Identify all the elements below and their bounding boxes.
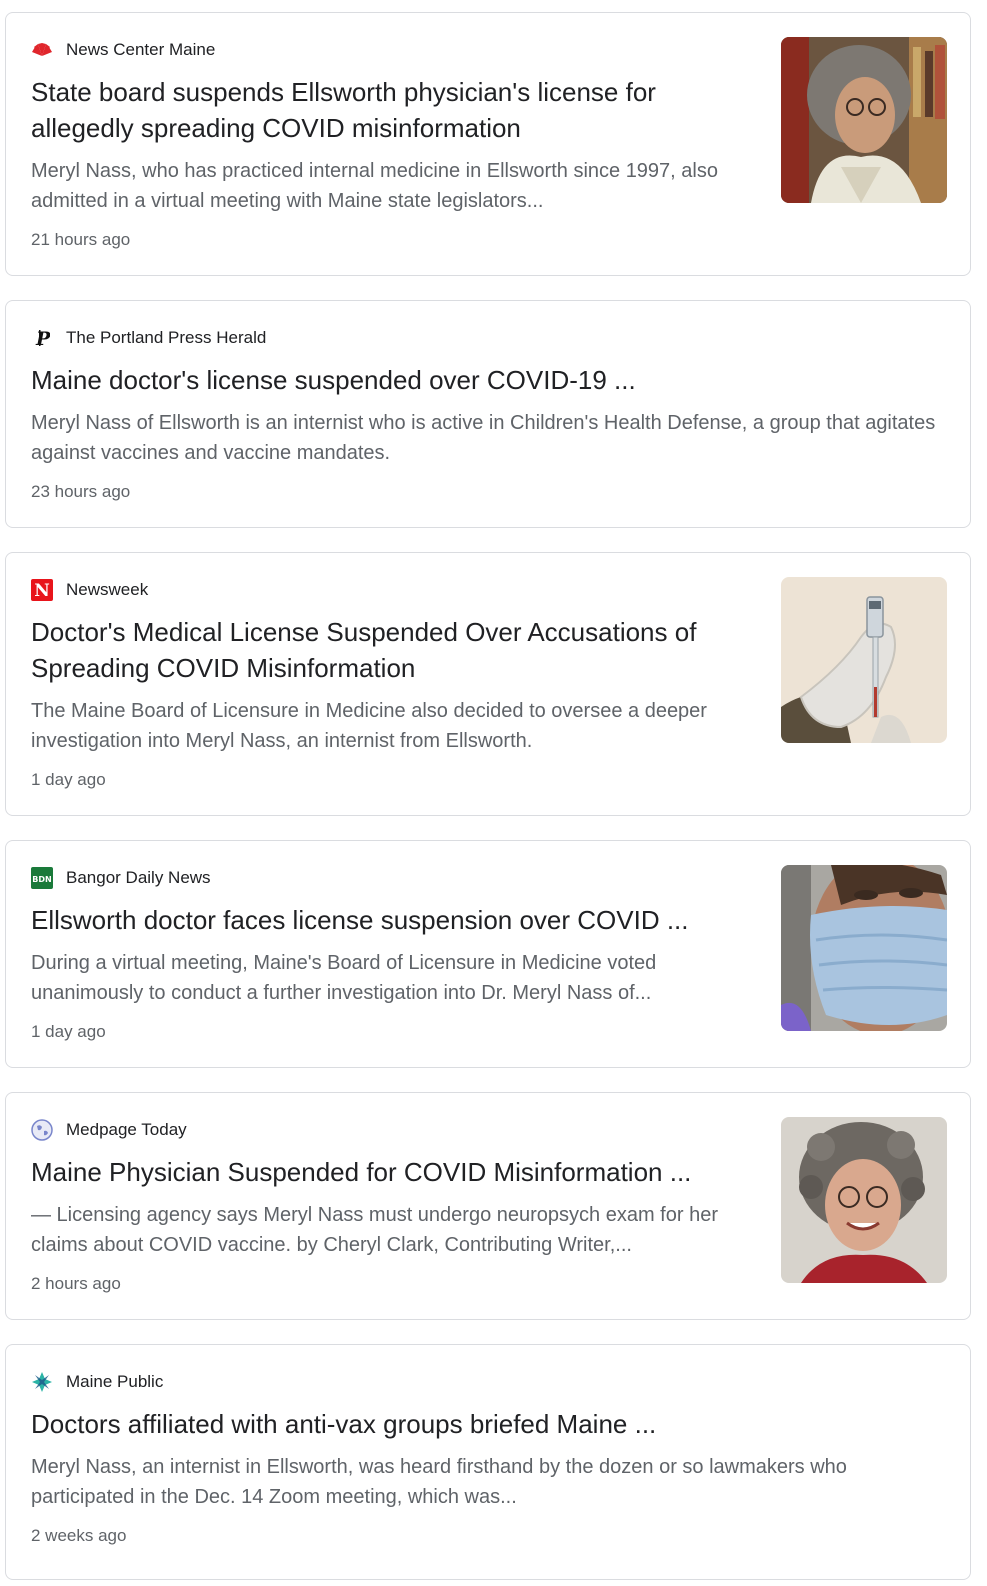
article-time: 23 hours ago <box>31 482 131 501</box>
article-time: 1 day ago <box>31 1022 106 1041</box>
article-title[interactable]: Maine Physician Suspended for COVID Misi… <box>31 1154 761 1190</box>
source-name: Newsweek <box>66 580 149 599</box>
article-time: 21 hours ago <box>31 230 131 249</box>
source-row: BDN Bangor Daily News <box>31 866 211 890</box>
source-row: Medpage Today <box>31 1118 187 1142</box>
source-name: News Center Maine <box>66 40 216 59</box>
article-snippet: Meryl Nass, an internist in Ellsworth, w… <box>31 1456 847 1508</box>
article-thumbnail[interactable] <box>781 577 947 743</box>
article-time: 1 day ago <box>31 770 106 789</box>
source-row: News Center Maine <box>31 38 215 62</box>
bdn-icon: BDN <box>31 867 53 889</box>
article-title[interactable]: Doctors affiliated with anti-vax groups … <box>31 1406 946 1442</box>
article-snippet: Meryl Nass, who has practiced internal m… <box>31 160 718 212</box>
article-time: 2 weeks ago <box>31 1526 127 1545</box>
article-title[interactable]: Maine doctor's license suspended over CO… <box>31 362 946 398</box>
svg-text:N: N <box>34 581 50 601</box>
article-snippet: During a virtual meeting, Maine's Board … <box>31 952 657 1004</box>
news-card[interactable]: N Newsweek Doctor's Medical License Susp… <box>5 552 971 816</box>
article-title[interactable]: Ellsworth doctor faces license suspensio… <box>31 902 761 938</box>
news-card[interactable]: Medpage Today Maine Physician Suspended … <box>5 1092 971 1320</box>
globe-icon <box>31 1119 53 1141</box>
source-name: Maine Public <box>66 1372 164 1391</box>
article-thumbnail[interactable] <box>781 37 947 203</box>
svg-text:P: P <box>35 328 50 348</box>
source-row: P The Portland Press Herald <box>31 326 266 350</box>
article-snippet: Meryl Nass of Ellsworth is an internist … <box>31 412 936 464</box>
source-row: N Newsweek <box>31 578 148 602</box>
article-time: 2 hours ago <box>31 1274 121 1293</box>
article-title[interactable]: State board suspends Ellsworth physician… <box>31 74 761 146</box>
article-snippet: The Maine Board of Licensure in Medicine… <box>31 700 707 752</box>
article-thumbnail[interactable] <box>781 1117 947 1283</box>
source-row: Maine Public <box>31 1370 163 1394</box>
article-snippet: — Licensing agency says Meryl Nass must … <box>31 1204 718 1256</box>
maine-public-icon <box>31 1371 53 1393</box>
article-title[interactable]: Doctor's Medical License Suspended Over … <box>31 614 761 686</box>
news-card[interactable]: News Center Maine State board suspends E… <box>5 12 971 276</box>
news-card[interactable]: BDN Bangor Daily News Ellsworth doctor f… <box>5 840 971 1068</box>
svg-text:BDN: BDN <box>32 875 51 884</box>
nbc-peacock-icon <box>31 39 53 61</box>
source-name: Bangor Daily News <box>66 868 211 887</box>
article-thumbnail[interactable] <box>781 865 947 1031</box>
press-herald-p-icon: P <box>31 327 53 349</box>
news-card[interactable]: Maine Public Doctors affiliated with ant… <box>5 1344 971 1580</box>
source-name: Medpage Today <box>66 1120 187 1139</box>
newsweek-n-icon: N <box>31 579 53 601</box>
news-card[interactable]: P The Portland Press Herald Maine doctor… <box>5 300 971 528</box>
source-name: The Portland Press Herald <box>66 328 267 347</box>
